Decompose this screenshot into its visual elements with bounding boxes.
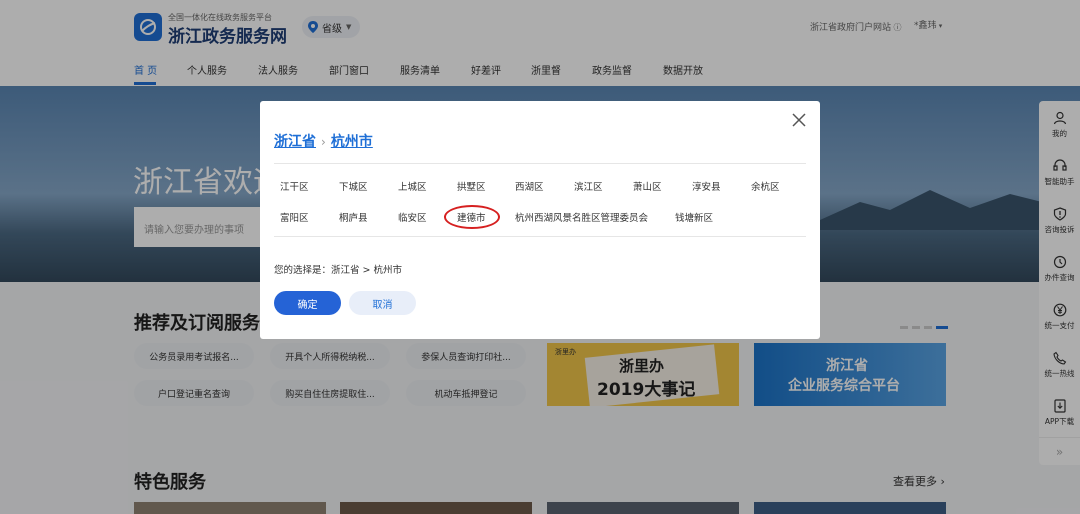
breadcrumb-separator-icon: › — [321, 135, 326, 149]
cancel-button[interactable]: 取消 — [349, 291, 416, 315]
district-option[interactable]: 临安区 — [398, 210, 427, 224]
district-option[interactable]: 钱塘新区 — [675, 210, 713, 224]
district-option[interactable]: 杭州西湖风景名胜区管理委员会 — [515, 210, 648, 224]
district-option[interactable]: 桐庐县 — [339, 210, 368, 224]
district-option[interactable]: 上城区 — [398, 179, 427, 193]
breadcrumb-city[interactable]: 杭州市 — [331, 134, 373, 150]
confirm-button[interactable]: 确定 — [274, 291, 341, 315]
district-option[interactable]: 富阳区 — [280, 210, 309, 224]
close-icon[interactable] — [792, 113, 806, 127]
district-option[interactable]: 西湖区 — [515, 179, 544, 193]
divider — [274, 236, 806, 237]
highlight-ring — [444, 205, 500, 229]
district-option[interactable]: 江干区 — [280, 179, 309, 193]
district-option[interactable]: 下城区 — [339, 179, 368, 193]
region-breadcrumb: 浙江省 › 杭州市 — [274, 131, 373, 151]
district-option[interactable]: 余杭区 — [751, 179, 780, 193]
district-option[interactable]: 滨江区 — [574, 179, 603, 193]
district-option[interactable]: 拱墅区 — [457, 179, 486, 193]
selection-summary: 您的选择是：浙江省 > 杭州市 — [274, 265, 402, 276]
region-picker-modal: 浙江省 › 杭州市 江干区 下城区 上城区 拱墅区 西湖区 滨江区 萧山区 淳安县 … — [260, 101, 820, 339]
district-option[interactable]: 萧山区 — [633, 179, 662, 193]
district-option[interactable]: 淳安县 — [692, 179, 721, 193]
breadcrumb-province[interactable]: 浙江省 — [274, 134, 316, 150]
divider — [274, 163, 806, 164]
